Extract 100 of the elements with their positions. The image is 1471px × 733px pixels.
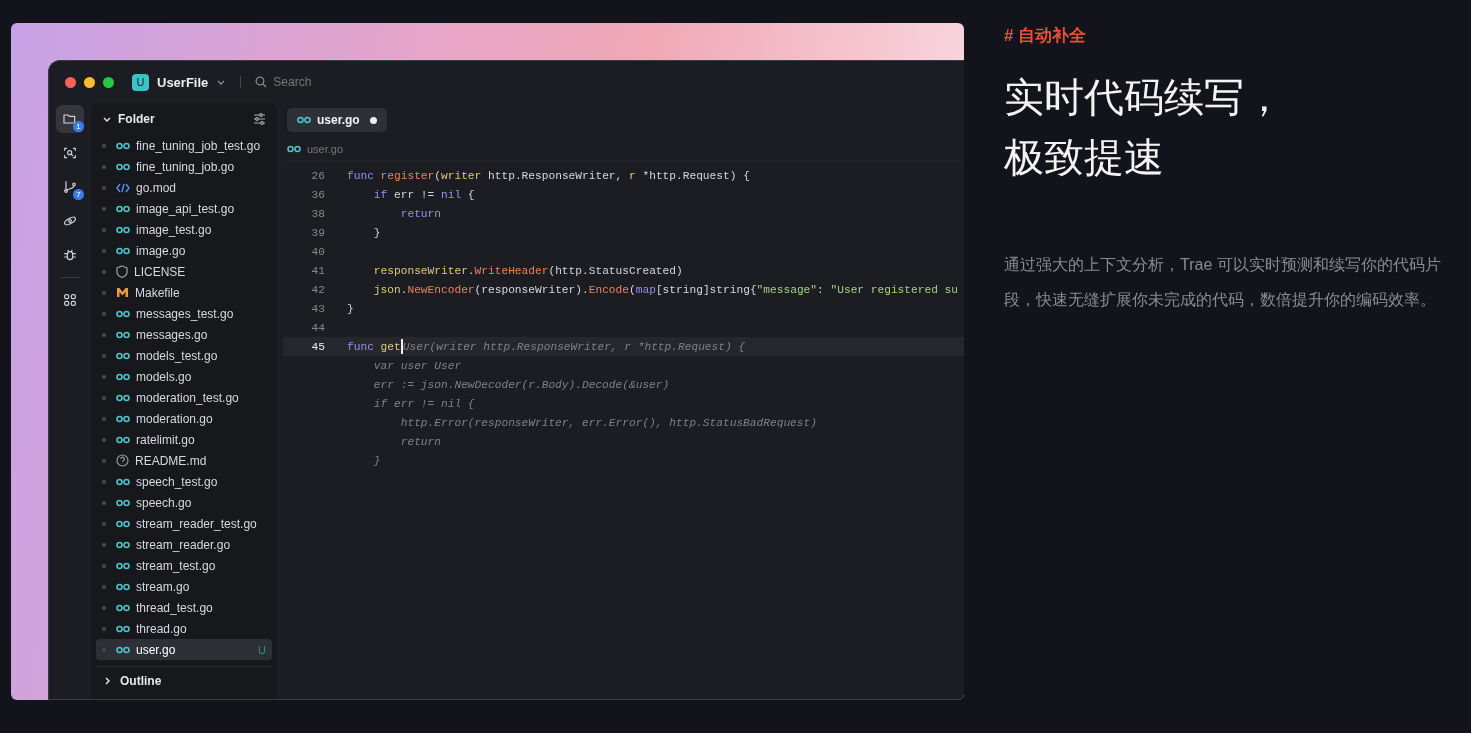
file-item[interactable]: stream_reader.go xyxy=(96,534,272,555)
file-item[interactable]: fine_tuning_job.go xyxy=(96,156,272,177)
project-avatar: U xyxy=(132,73,149,91)
editor-tab[interactable]: user.go xyxy=(287,108,387,132)
go-file-icon xyxy=(116,204,130,213)
go-file-icon xyxy=(116,561,130,570)
go-file-icon xyxy=(116,372,130,381)
activity-bar-button[interactable]: 1 xyxy=(56,105,84,133)
question-icon xyxy=(116,454,129,467)
go-file-icon xyxy=(116,414,130,423)
file-item[interactable]: image.go xyxy=(96,240,272,261)
go-file-icon xyxy=(116,162,130,171)
go-file-icon xyxy=(116,309,130,318)
line-number: 42 xyxy=(310,283,326,296)
file-item[interactable]: thread_test.go xyxy=(96,597,272,618)
line-number: 43 xyxy=(310,302,326,315)
code-line: } xyxy=(372,226,381,239)
folder-title: Folder xyxy=(118,112,156,126)
chevron-right-icon[interactable] xyxy=(102,676,112,686)
code-line: http.Error(responseWriter, err.Error(), http.StatusBadRequest) xyxy=(399,416,817,429)
go-file-icon xyxy=(116,141,130,150)
file-item[interactable]: speech.go xyxy=(96,492,272,513)
m-letter-icon xyxy=(116,287,129,298)
code-line: return xyxy=(399,207,441,220)
file-item[interactable]: moderation.go xyxy=(96,408,272,429)
description: 通过强大的上下文分析，Trae 可以实时预测和续写你的代码片段，快速无缝扩展你未完成的代码，数倍提升你的编码效率。 xyxy=(1004,255,1442,310)
close-button[interactable] xyxy=(65,76,76,88)
go-file-icon xyxy=(116,645,130,654)
go-file-icon xyxy=(116,603,130,612)
code-line: var user User xyxy=(372,359,462,372)
file-item[interactable]: messages.go xyxy=(96,324,272,345)
code-line: if err != nil { xyxy=(372,188,475,201)
file-item[interactable]: speech_test.go xyxy=(96,471,272,492)
file-item[interactable]: models_test.go xyxy=(96,345,272,366)
code-line: if err != nil { xyxy=(372,397,475,410)
go-file-icon xyxy=(297,116,311,124)
go-file-icon xyxy=(116,540,130,549)
go-file-icon xyxy=(116,519,130,528)
section-tag: # 自动补全 xyxy=(1004,24,1449,47)
code-line: } xyxy=(347,302,354,315)
count-badge: 1 xyxy=(73,121,84,132)
project-name[interactable]: UserFile xyxy=(157,74,209,90)
file-item[interactable]: LICENSE xyxy=(96,261,272,282)
go-file-icon xyxy=(116,582,130,591)
headline: 实时代码续写， 极致提速 xyxy=(1004,73,1285,182)
code-line: err := json.NewDecoder(r.Body).Decode(&user) xyxy=(372,378,670,391)
code-line: responseWriter.WriteHeader(http.StatusCreated) xyxy=(372,264,683,277)
go-file-icon xyxy=(116,351,130,360)
go-file-icon xyxy=(116,393,130,402)
go-file-icon xyxy=(116,624,130,633)
file-item[interactable]: README.md xyxy=(96,450,272,471)
file-item[interactable]: moderation_test.go xyxy=(96,387,272,408)
line-number: 41 xyxy=(310,264,326,277)
bug-icon xyxy=(62,247,78,263)
line-number: 38 xyxy=(310,207,326,220)
line-number: 36 xyxy=(310,188,326,201)
activity-bar-button[interactable]: 7 xyxy=(56,173,84,201)
line-number: 39 xyxy=(310,226,326,239)
go-file-icon xyxy=(116,435,130,444)
breadcrumb[interactable]: user.go xyxy=(307,143,344,155)
search-field[interactable]: Search xyxy=(273,75,394,89)
file-item[interactable]: thread.go xyxy=(96,618,272,639)
go-file-icon xyxy=(287,145,301,153)
file-item[interactable]: image_test.go xyxy=(96,219,272,240)
code-line: return xyxy=(399,435,441,448)
file-item[interactable]: models.go xyxy=(96,366,272,387)
line-number: 26 xyxy=(310,169,326,182)
go-file-icon xyxy=(116,246,130,255)
line-number: 45 xyxy=(310,340,326,353)
filter-icon[interactable] xyxy=(253,113,266,125)
line-number: 44 xyxy=(310,321,326,334)
file-item[interactable]: fine_tuning_job_test.go xyxy=(96,135,272,156)
maximize-button[interactable] xyxy=(103,76,114,88)
go-file-icon xyxy=(116,498,130,507)
code-line: func register(writer http.ResponseWriter, r *http.Request) { xyxy=(347,169,750,182)
file-item[interactable]: stream_test.go xyxy=(96,555,272,576)
code-line: func get User(writer http.ResponseWriter, r *http.Request) { xyxy=(347,339,746,354)
count-badge: 7 xyxy=(73,189,84,200)
outline-title[interactable]: Outline xyxy=(120,674,266,688)
file-item[interactable]: stream_reader_test.go xyxy=(96,513,272,534)
minimize-button[interactable] xyxy=(84,76,95,88)
file-item[interactable]: image_api_test.go xyxy=(96,198,272,219)
code-file-icon xyxy=(116,182,130,193)
code-line: json.NewEncoder(responseWriter).Encode(map[string]string{"message": "User registered su xyxy=(372,283,959,296)
file-item[interactable]: user.go U xyxy=(96,639,272,660)
folder-icon xyxy=(62,111,78,127)
file-item[interactable]: go.mod xyxy=(96,177,272,198)
shield-icon xyxy=(116,265,128,278)
code-line: } xyxy=(372,454,381,467)
search-icon xyxy=(255,76,268,88)
scan-search-icon xyxy=(62,145,78,161)
go-file-icon xyxy=(116,330,130,339)
go-file-icon xyxy=(116,225,130,234)
chevron-down-icon[interactable] xyxy=(102,114,112,124)
file-item[interactable]: messages_test.go xyxy=(96,303,272,324)
grid-icon xyxy=(62,292,78,308)
line-number: 40 xyxy=(310,245,326,258)
file-item[interactable]: Makefile xyxy=(96,282,272,303)
file-item[interactable]: ratelimit.go xyxy=(96,429,272,450)
file-item[interactable]: stream.go xyxy=(96,576,272,597)
